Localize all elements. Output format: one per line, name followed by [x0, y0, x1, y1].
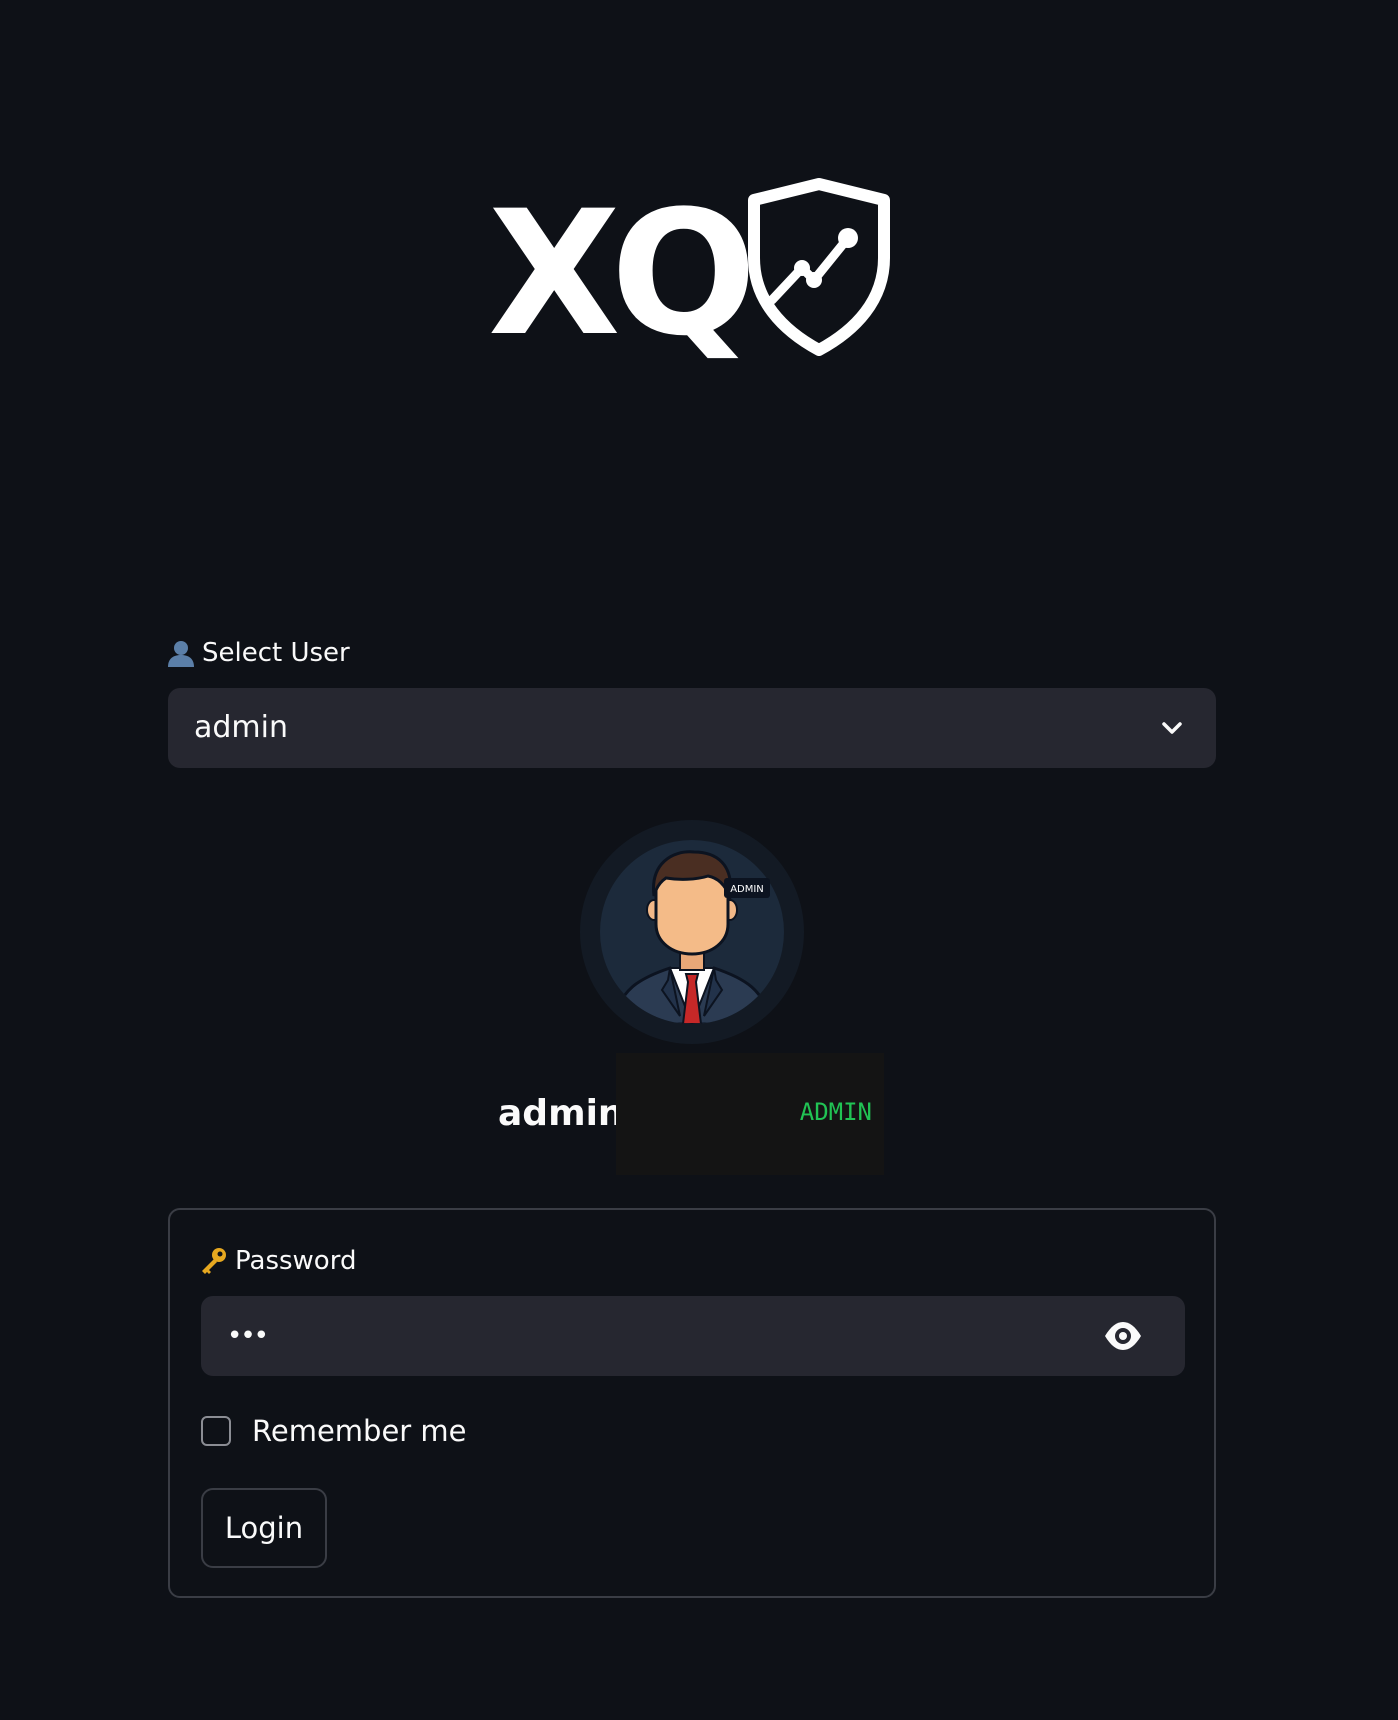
remember-me-checkbox[interactable] — [201, 1416, 231, 1446]
businessman-avatar-icon: ADMIN — [600, 840, 784, 1024]
login-page: XQ Select User admin ADMIN admin ADMIN P… — [0, 0, 1398, 1720]
select-user-label: Select User — [166, 638, 350, 668]
profile-info: admin ADMIN — [498, 1053, 888, 1175]
user-icon — [168, 641, 194, 667]
role-text: ADMIN — [799, 1098, 872, 1126]
password-input[interactable]: ••• — [201, 1296, 1185, 1376]
login-button[interactable]: Login — [201, 1488, 327, 1568]
avatar: ADMIN — [580, 820, 804, 1044]
shield-chart-icon — [748, 178, 890, 356]
user-name: admin — [498, 1093, 624, 1134]
app-logo: XQ — [488, 173, 892, 374]
user-select-value: admin — [194, 710, 288, 745]
role-badge: ADMIN — [616, 1053, 884, 1175]
login-form: Password ••• Remember me Login — [168, 1208, 1216, 1598]
password-value: ••• — [227, 1321, 269, 1351]
eye-icon[interactable] — [1103, 1318, 1143, 1354]
key-icon — [202, 1248, 226, 1274]
remember-me-label[interactable]: Remember me — [252, 1414, 467, 1448]
user-select[interactable]: admin — [168, 688, 1216, 768]
chevron-down-icon[interactable] — [1158, 714, 1186, 742]
select-user-label-text: Select User — [202, 638, 350, 668]
logo-text: XQ — [488, 173, 757, 374]
password-label-text: Password — [235, 1246, 357, 1276]
avatar-badge: ADMIN — [730, 884, 764, 895]
password-label: Password — [199, 1246, 356, 1276]
